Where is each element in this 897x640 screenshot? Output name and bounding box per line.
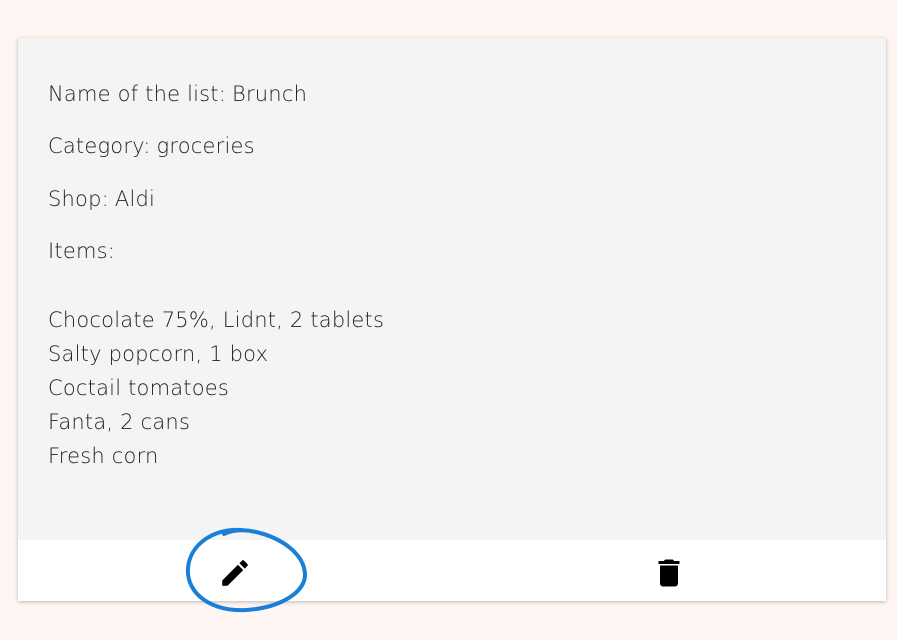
category-label: Category: [48, 134, 151, 158]
category-value: groceries [156, 134, 255, 158]
shop-row: Shop: Aldi [48, 186, 155, 212]
items-list: Chocolate 75%, Lidnt, 2 tablets Salty po… [48, 303, 384, 473]
list-name-row: Name of the list: Brunch [48, 81, 307, 107]
pencil-icon [222, 560, 248, 586]
shop-label: Shop: [48, 187, 109, 211]
items-row: Items: [48, 238, 115, 264]
list-item: Fanta, 2 cans [48, 410, 191, 434]
list-item: Coctail tomatoes [48, 376, 230, 400]
list-name-label: Name of the list: [48, 82, 227, 106]
delete-button[interactable] [649, 553, 689, 593]
list-item: Fresh corn [48, 444, 159, 468]
shopping-list-card: Name of the list: Brunch Category: groceri… [18, 38, 886, 601]
trash-icon [658, 559, 680, 587]
edit-button[interactable] [215, 553, 255, 593]
list-item: Chocolate 75%, Lidnt, 2 tablets [48, 308, 385, 332]
list-name-value: Brunch [232, 82, 308, 106]
card-actions [18, 540, 886, 601]
list-item: Salty popcorn, 1 box [48, 342, 269, 366]
items-label: Items: [48, 239, 116, 263]
shop-value: Aldi [114, 187, 156, 211]
category-row: Category: groceries [48, 133, 255, 159]
